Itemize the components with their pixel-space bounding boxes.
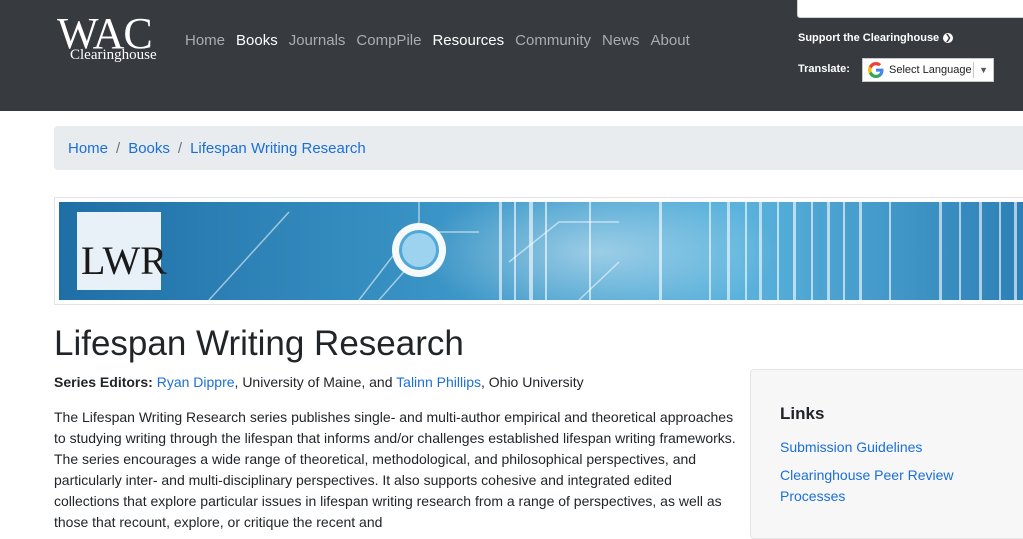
select-divider bbox=[973, 62, 975, 78]
nav-books[interactable]: Books bbox=[236, 31, 278, 51]
banner-image: LWR bbox=[59, 202, 1023, 300]
breadcrumb-separator: / bbox=[116, 139, 121, 157]
breadcrumb-separator: / bbox=[177, 139, 183, 157]
wac-clearinghouse-logo[interactable]: WAC Clearinghouse bbox=[57, 10, 167, 72]
series-description: The Lifespan Writing Research series pub… bbox=[54, 409, 736, 530]
breadcrumb-current[interactable]: Lifespan Writing Research bbox=[190, 140, 366, 157]
nav-community[interactable]: Community bbox=[515, 31, 591, 51]
nav-journals[interactable]: Journals bbox=[289, 31, 346, 51]
nav-comppile[interactable]: CompPile bbox=[356, 31, 421, 51]
editor-link-dippre[interactable]: Ryan Dippre bbox=[157, 374, 235, 390]
page-title: Lifespan Writing Research bbox=[54, 324, 464, 363]
nav-resources[interactable]: Resources bbox=[432, 31, 504, 51]
nav-home[interactable]: Home bbox=[185, 31, 225, 51]
logo-sub-text: Clearinghouse bbox=[70, 47, 157, 63]
breadcrumb: Home / Books / Lifespan Writing Research bbox=[54, 126, 1023, 170]
editor-link-phillips[interactable]: Talinn Phillips bbox=[396, 374, 481, 390]
arrow-right-circle-icon: ❯ bbox=[943, 33, 954, 43]
language-select[interactable]: Select Language ▼ bbox=[862, 58, 994, 82]
series-editors: Series Editors: Ryan Dippre, University … bbox=[54, 373, 584, 391]
editor1-affiliation: , University of Maine, and bbox=[234, 374, 397, 390]
google-icon bbox=[868, 62, 884, 78]
breadcrumb-books[interactable]: Books bbox=[128, 140, 170, 157]
dropdown-arrow-icon: ▼ bbox=[979, 65, 988, 75]
editor2-affiliation: , Ohio University bbox=[480, 374, 584, 390]
support-label: Support the Clearinghouse bbox=[798, 32, 940, 44]
language-select-value: Select Language bbox=[889, 64, 972, 76]
search-input[interactable] bbox=[797, 0, 1023, 18]
series-banner: LWR bbox=[54, 197, 1023, 305]
submission-guidelines-link[interactable]: Submission Guidelines bbox=[780, 437, 990, 458]
site-header: WAC Clearinghouse Home Books Journals Co… bbox=[0, 0, 1023, 111]
nav-news[interactable]: News bbox=[602, 31, 640, 51]
peer-review-link[interactable]: Clearinghouse Peer Review Processes bbox=[780, 465, 990, 507]
editors-label: Series Editors: bbox=[54, 374, 153, 390]
translate-label: Translate: bbox=[798, 63, 850, 75]
support-link[interactable]: Support the Clearinghouse ❯ bbox=[798, 32, 954, 44]
nav-about[interactable]: About bbox=[651, 31, 690, 51]
links-sidebar: Links Submission Guidelines Clearinghous… bbox=[750, 369, 1023, 539]
breadcrumb-home[interactable]: Home bbox=[68, 140, 108, 157]
sidebar-title: Links bbox=[780, 404, 825, 423]
banner-logo-text: LWR bbox=[81, 238, 167, 283]
main-nav: Home Books Journals CompPile Resources C… bbox=[185, 31, 701, 51]
